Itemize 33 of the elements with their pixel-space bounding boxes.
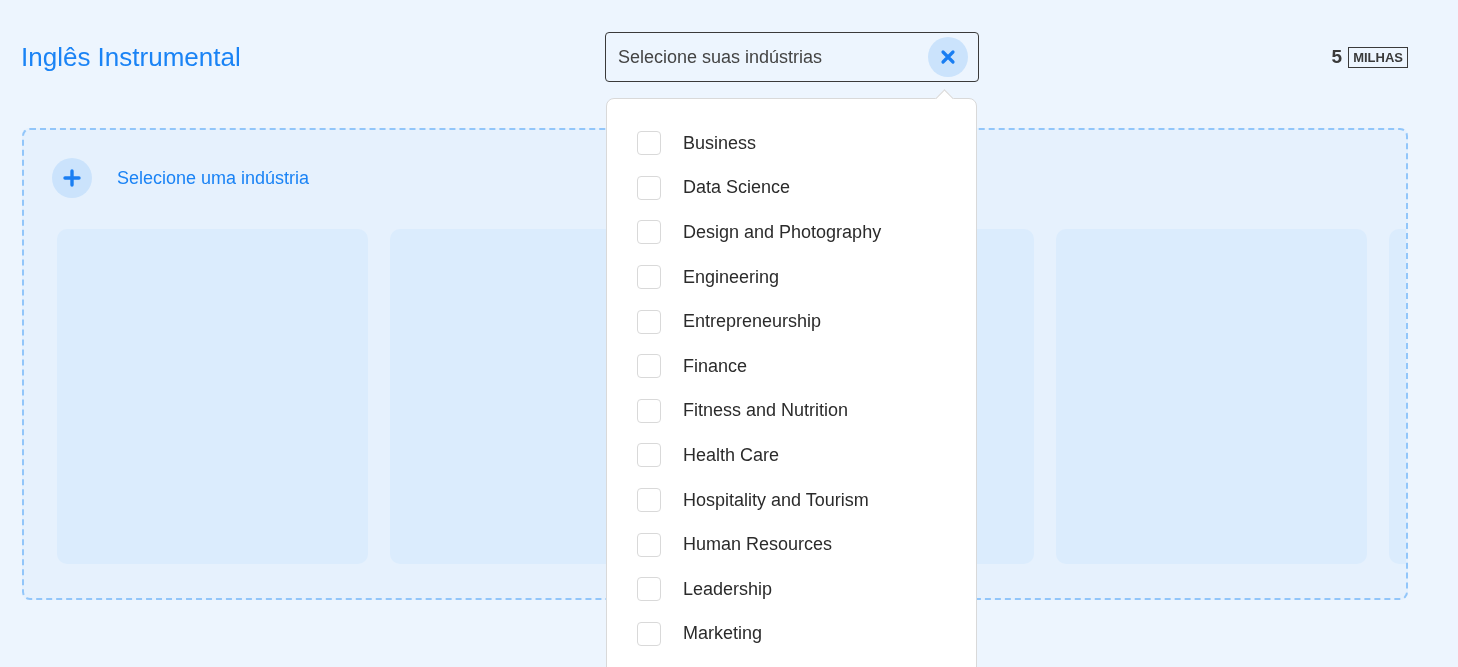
plus-icon xyxy=(63,169,81,187)
distance-unit: MILHAS xyxy=(1348,46,1408,68)
checkbox[interactable] xyxy=(637,131,661,156)
checkbox[interactable] xyxy=(637,488,661,513)
industry-select-field[interactable]: Selecione suas indústrias xyxy=(605,32,979,82)
checkbox[interactable] xyxy=(637,175,661,200)
industry-option[interactable]: Human Resources xyxy=(637,531,976,558)
industry-option[interactable]: Entrepreneurship xyxy=(637,308,976,335)
checkbox[interactable] xyxy=(637,577,661,602)
industry-option[interactable]: Fitness and Nutrition xyxy=(637,397,976,425)
industry-option[interactable]: Business xyxy=(637,130,976,157)
add-button[interactable] xyxy=(52,158,92,198)
checkbox[interactable] xyxy=(637,532,661,557)
checkbox[interactable] xyxy=(637,443,661,468)
checkbox[interactable] xyxy=(637,398,661,423)
industry-option[interactable]: Health Care xyxy=(637,442,976,469)
industry-option[interactable]: Design and Photography xyxy=(637,219,976,246)
checkbox[interactable] xyxy=(637,354,661,379)
distance-value: 5 xyxy=(1331,46,1343,68)
page-title: Inglês Instrumental xyxy=(21,41,242,73)
checkbox[interactable] xyxy=(637,309,661,334)
industry-option[interactable]: Finance xyxy=(637,352,976,380)
clear-button[interactable] xyxy=(928,37,968,77)
industry-option[interactable]: Hospitality and Tourism xyxy=(637,486,976,514)
industry-option[interactable]: Marketing xyxy=(637,620,976,648)
industry-search-input[interactable]: Selecione suas indústrias xyxy=(616,45,928,69)
checkbox[interactable] xyxy=(637,265,661,290)
close-icon xyxy=(940,49,956,65)
industry-option[interactable]: Data Science xyxy=(637,174,976,202)
industry-option[interactable]: Leadership xyxy=(637,575,976,603)
industry-option[interactable]: Engineering xyxy=(637,263,976,291)
checkbox[interactable] xyxy=(637,220,661,245)
checkbox[interactable] xyxy=(637,621,661,646)
